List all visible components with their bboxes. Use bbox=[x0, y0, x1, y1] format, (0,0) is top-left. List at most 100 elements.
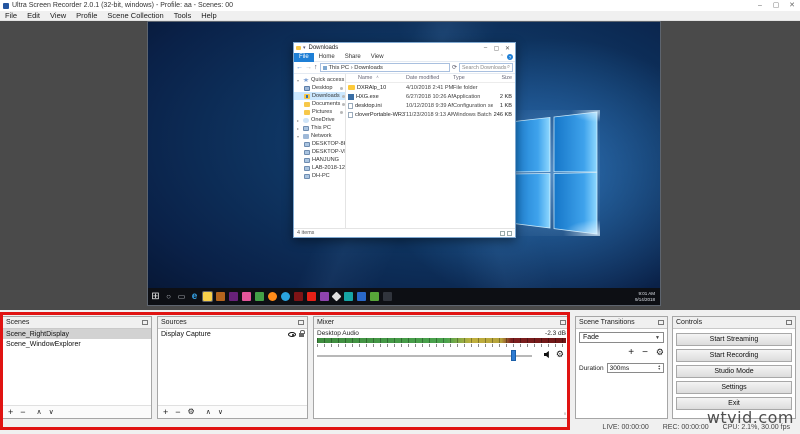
menu-help[interactable]: Help bbox=[196, 11, 221, 21]
breadcrumb[interactable]: This PC › Downloads bbox=[329, 65, 383, 71]
tab-home[interactable]: Home bbox=[314, 53, 340, 62]
opera-icon[interactable] bbox=[294, 292, 303, 301]
column-name[interactable]: ∧Name bbox=[346, 75, 406, 81]
scene-item-right-display[interactable]: Scene_RightDisplay bbox=[3, 329, 151, 339]
sidebar-item-desktop[interactable]: Desktop bbox=[294, 84, 345, 92]
youtube-icon[interactable] bbox=[307, 292, 316, 301]
add-transition-button[interactable]: + bbox=[628, 347, 634, 358]
vlc-icon[interactable] bbox=[320, 292, 329, 301]
menu-view[interactable]: View bbox=[45, 11, 71, 21]
menu-file[interactable]: File bbox=[0, 11, 22, 21]
duration-spinbox[interactable]: 300ms ▲ ▼ bbox=[607, 363, 664, 373]
sidebar-item-network-pc[interactable]: DESKTOP-8KH5UR bbox=[294, 140, 345, 148]
file-row[interactable]: cloverPortable-WR37_unlocalized 11/23/20… bbox=[346, 110, 515, 119]
sidebar-item-this-pc[interactable]: ▸This PC bbox=[294, 124, 345, 132]
scene-item-window-explorer[interactable]: Scene_WindowExplorer bbox=[3, 339, 151, 349]
volume-slider[interactable]: ⚙ bbox=[317, 349, 566, 362]
refresh-icon[interactable]: ⟳ bbox=[452, 64, 457, 71]
transition-properties-gear-icon[interactable]: ⚙ bbox=[656, 347, 664, 358]
back-icon[interactable]: ← bbox=[296, 64, 303, 71]
expander-icon[interactable]: ▸ bbox=[297, 126, 301, 131]
move-scene-down-button[interactable]: ∨ bbox=[49, 409, 54, 416]
task-view-icon[interactable]: ▭ bbox=[177, 292, 186, 301]
remove-source-button[interactable]: − bbox=[175, 408, 180, 417]
settings-icon[interactable] bbox=[357, 292, 366, 301]
sidebar-item-quick-access[interactable]: ▾Quick access bbox=[294, 76, 345, 84]
file-row[interactable]: HXG.exe 6/27/2018 10:26 AM Application 2… bbox=[346, 92, 515, 101]
float-panel-icon[interactable] bbox=[658, 320, 664, 325]
sidebar-item-network-pc[interactable]: DESKTOP-VK26BB bbox=[294, 148, 345, 156]
remove-transition-button[interactable]: − bbox=[642, 347, 648, 358]
sidebar-item-network-pc[interactable]: HANJUNG bbox=[294, 156, 345, 164]
mail-icon[interactable] bbox=[242, 292, 251, 301]
address-input[interactable]: This PC › Downloads bbox=[320, 63, 450, 72]
display-capture-scene[interactable]: ▾ Downloads – ▢ ✕ File Home Share View ⌃ bbox=[148, 22, 660, 305]
source-properties-gear-icon[interactable]: ⚙ bbox=[188, 408, 195, 416]
tab-view[interactable]: View bbox=[366, 53, 389, 62]
recorder-icon[interactable] bbox=[383, 292, 392, 301]
float-panel-icon[interactable] bbox=[560, 320, 566, 325]
scroll-down-icon[interactable]: ∨ bbox=[563, 411, 566, 417]
mixer-scrollbar[interactable]: ∧ ∨ bbox=[562, 330, 568, 417]
edge-icon[interactable]: e bbox=[190, 292, 199, 301]
expander-icon[interactable]: ▾ bbox=[297, 134, 301, 139]
float-panel-icon[interactable] bbox=[298, 320, 304, 325]
ribbon-collapse-icon[interactable]: ⌃ bbox=[500, 54, 504, 60]
taskbar-clock[interactable]: 9:01 AM 9/14/2018 bbox=[635, 291, 657, 302]
transition-select[interactable]: Fade ▼ bbox=[579, 332, 664, 343]
add-scene-button[interactable]: + bbox=[8, 408, 13, 417]
file-row[interactable]: desktop.ini 10/12/2018 9:39 AM Configura… bbox=[346, 101, 515, 110]
add-source-button[interactable]: + bbox=[163, 408, 168, 417]
menu-tools[interactable]: Tools bbox=[169, 11, 197, 21]
close-button[interactable]: ✕ bbox=[784, 0, 800, 11]
tab-file[interactable]: File bbox=[294, 53, 314, 62]
visual-studio-icon[interactable] bbox=[229, 292, 238, 301]
menu-scene-collection[interactable]: Scene Collection bbox=[102, 11, 168, 21]
float-panel-icon[interactable] bbox=[786, 320, 792, 325]
diamond-icon[interactable] bbox=[332, 292, 342, 302]
visibility-eye-icon[interactable] bbox=[288, 332, 296, 337]
cortana-icon[interactable]: ○ bbox=[164, 292, 173, 301]
explorer-close-button[interactable]: ✕ bbox=[502, 45, 513, 52]
help-icon[interactable]: ? bbox=[507, 54, 513, 60]
menu-edit[interactable]: Edit bbox=[22, 11, 45, 21]
forward-icon[interactable]: → bbox=[305, 64, 312, 71]
sidebar-item-onedrive[interactable]: ▸OneDrive bbox=[294, 116, 345, 124]
start-icon[interactable]: ⊞ bbox=[151, 292, 160, 301]
explorer-minimize-button[interactable]: – bbox=[480, 45, 491, 52]
large-icons-view-icon[interactable] bbox=[507, 231, 512, 236]
details-view-icon[interactable] bbox=[500, 231, 505, 236]
sidebar-item-pictures[interactable]: Pictures bbox=[294, 108, 345, 116]
start-streaming-button[interactable]: Start Streaming bbox=[676, 333, 792, 346]
sidebar-item-network-pc[interactable]: LAB-2018-1217TAM bbox=[294, 164, 345, 172]
expander-icon[interactable]: ▾ bbox=[297, 78, 301, 83]
scroll-up-icon[interactable]: ∧ bbox=[563, 330, 566, 336]
column-date-modified[interactable]: Date modified bbox=[406, 75, 453, 81]
search-input[interactable]: Search Downloads ⌕ bbox=[459, 63, 513, 72]
lock-icon[interactable] bbox=[299, 333, 304, 337]
file-explorer-window[interactable]: ▾ Downloads – ▢ ✕ File Home Share View ⌃ bbox=[293, 42, 516, 238]
firefox-icon[interactable] bbox=[268, 292, 277, 301]
remove-scene-button[interactable]: − bbox=[20, 408, 25, 417]
photos-icon[interactable] bbox=[255, 292, 264, 301]
store-icon[interactable] bbox=[216, 292, 225, 301]
quick-access-toolbar-caret[interactable]: ▾ bbox=[303, 45, 306, 51]
settings-button[interactable]: Settings bbox=[676, 381, 792, 394]
source-item-display-capture[interactable]: Display Capture bbox=[158, 329, 307, 339]
sidebar-item-network[interactable]: ▾Network bbox=[294, 132, 345, 140]
file-explorer-icon[interactable] bbox=[203, 292, 212, 301]
move-source-down-button[interactable]: ∨ bbox=[218, 409, 223, 416]
float-panel-icon[interactable] bbox=[142, 320, 148, 325]
speaker-mute-icon[interactable] bbox=[544, 351, 552, 359]
move-source-up-button[interactable]: ∧ bbox=[206, 409, 211, 416]
expander-icon[interactable]: ▸ bbox=[297, 118, 301, 123]
sidebar-item-documents[interactable]: Documents bbox=[294, 100, 345, 108]
column-type[interactable]: Type bbox=[453, 75, 493, 81]
sidebar-item-network-pc[interactable]: DH-PC bbox=[294, 172, 345, 180]
move-scene-up-button[interactable]: ∧ bbox=[37, 409, 42, 416]
steam-icon[interactable] bbox=[344, 292, 353, 301]
tab-share[interactable]: Share bbox=[340, 53, 366, 62]
studio-mode-button[interactable]: Studio Mode bbox=[676, 365, 792, 378]
preview-canvas[interactable]: ▾ Downloads – ▢ ✕ File Home Share View ⌃ bbox=[0, 21, 800, 310]
explorer-maximize-button[interactable]: ▢ bbox=[491, 45, 502, 52]
